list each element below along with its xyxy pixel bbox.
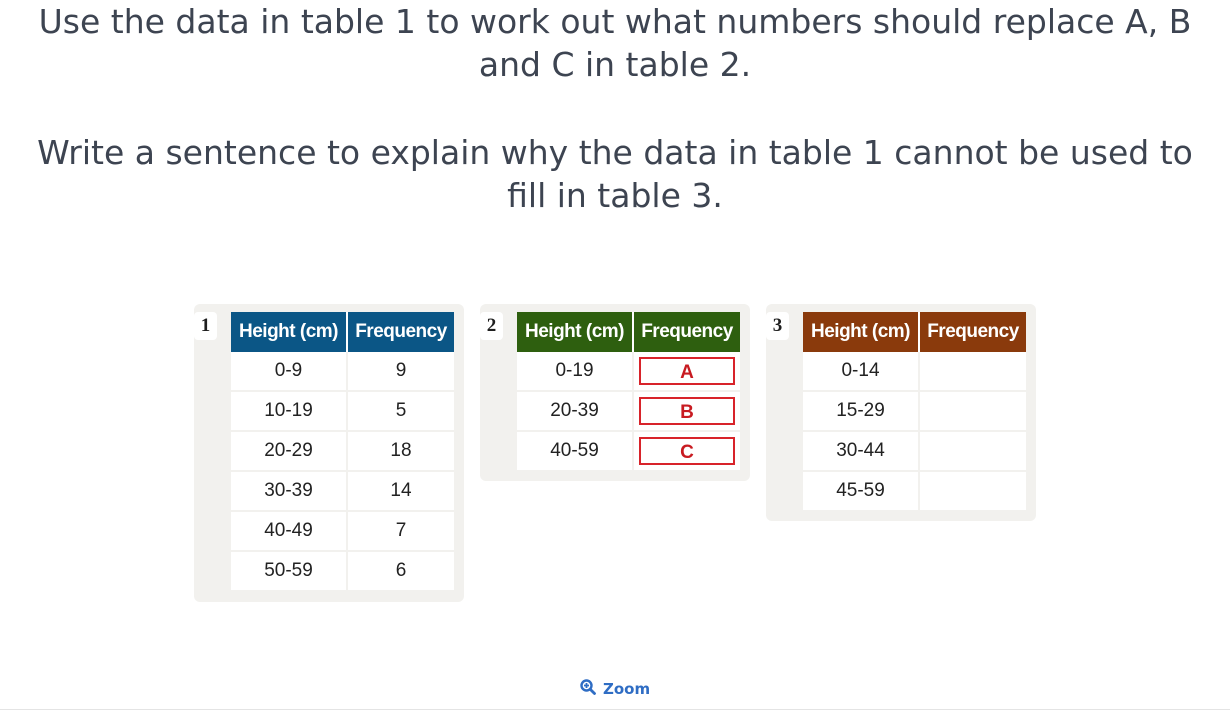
table-row: 0-19 A (517, 352, 740, 392)
table-row: 30-44 (803, 432, 1026, 472)
height-cell: 30-44 (803, 432, 920, 472)
height-cell: 40-59 (517, 432, 634, 472)
table-row: 30-39 14 (231, 472, 454, 512)
height-cell: 10-19 (231, 392, 348, 432)
header-frequency: Frequency (634, 312, 740, 352)
table-header-row: Height (cm) Frequency (517, 312, 740, 352)
table-row: 40-59 C (517, 432, 740, 472)
table-row: 45-59 (803, 472, 1026, 512)
table-2: Height (cm) Frequency 0-19 A 20-39 B 40-… (517, 312, 740, 472)
frequency-cell: B (634, 392, 740, 432)
height-cell: 40-49 (231, 512, 348, 552)
zoom-label: Zoom (603, 680, 651, 698)
height-cell: 0-19 (517, 352, 634, 392)
header-frequency: Frequency (348, 312, 454, 352)
height-cell: 45-59 (803, 472, 920, 512)
frequency-cell (920, 352, 1026, 392)
frequency-cell: 6 (348, 552, 454, 592)
divider (0, 709, 1230, 710)
header-height: Height (cm) (803, 312, 920, 352)
table-row: 0-14 (803, 352, 1026, 392)
frequency-cell: C (634, 432, 740, 472)
frequency-cell: 9 (348, 352, 454, 392)
frequency-cell: A (634, 352, 740, 392)
question-line-1: Use the data in table 1 to work out what… (38, 2, 1192, 84)
table-row: 50-59 6 (231, 552, 454, 592)
unknown-value-box: C (639, 437, 735, 465)
height-cell: 20-39 (517, 392, 634, 432)
table-2-panel: 2 Height (cm) Frequency 0-19 A 20-39 B 4… (480, 304, 750, 481)
height-cell: 30-39 (231, 472, 348, 512)
zoom-button[interactable]: Zoom (580, 678, 650, 700)
table-1-number: 1 (194, 312, 217, 340)
table-row: 40-49 7 (231, 512, 454, 552)
table-1-panel: 1 Height (cm) Frequency 0-9 9 10-19 5 20… (194, 304, 464, 602)
frequency-cell: 5 (348, 392, 454, 432)
frequency-cell (920, 472, 1026, 512)
frequency-cell (920, 432, 1026, 472)
height-cell: 20-29 (231, 432, 348, 472)
height-cell: 50-59 (231, 552, 348, 592)
frequency-cell (920, 392, 1026, 432)
table-2-number: 2 (480, 312, 503, 340)
header-height: Height (cm) (231, 312, 348, 352)
height-cell: 15-29 (803, 392, 920, 432)
height-cell: 0-9 (231, 352, 348, 392)
frequency-cell: 18 (348, 432, 454, 472)
table-3-panel: 3 Height (cm) Frequency 0-14 15-29 30-44… (766, 304, 1036, 521)
frequency-cell: 7 (348, 512, 454, 552)
table-header-row: Height (cm) Frequency (803, 312, 1026, 352)
header-height: Height (cm) (517, 312, 634, 352)
table-3-number: 3 (766, 312, 789, 340)
unknown-value-box: B (639, 397, 735, 425)
table-header-row: Height (cm) Frequency (231, 312, 454, 352)
question-line-2: Write a sentence to explain why the data… (37, 133, 1193, 215)
table-row: 0-9 9 (231, 352, 454, 392)
height-cell: 0-14 (803, 352, 920, 392)
table-row: 20-29 18 (231, 432, 454, 472)
table-row: 15-29 (803, 392, 1026, 432)
frequency-cell: 14 (348, 472, 454, 512)
table-row: 20-39 B (517, 392, 740, 432)
header-frequency: Frequency (920, 312, 1026, 352)
unknown-value-box: A (639, 357, 735, 385)
table-3: Height (cm) Frequency 0-14 15-29 30-44 4… (803, 312, 1026, 512)
table-row: 10-19 5 (231, 392, 454, 432)
zoom-in-icon (580, 679, 596, 699)
table-1: Height (cm) Frequency 0-9 9 10-19 5 20-2… (231, 312, 454, 592)
